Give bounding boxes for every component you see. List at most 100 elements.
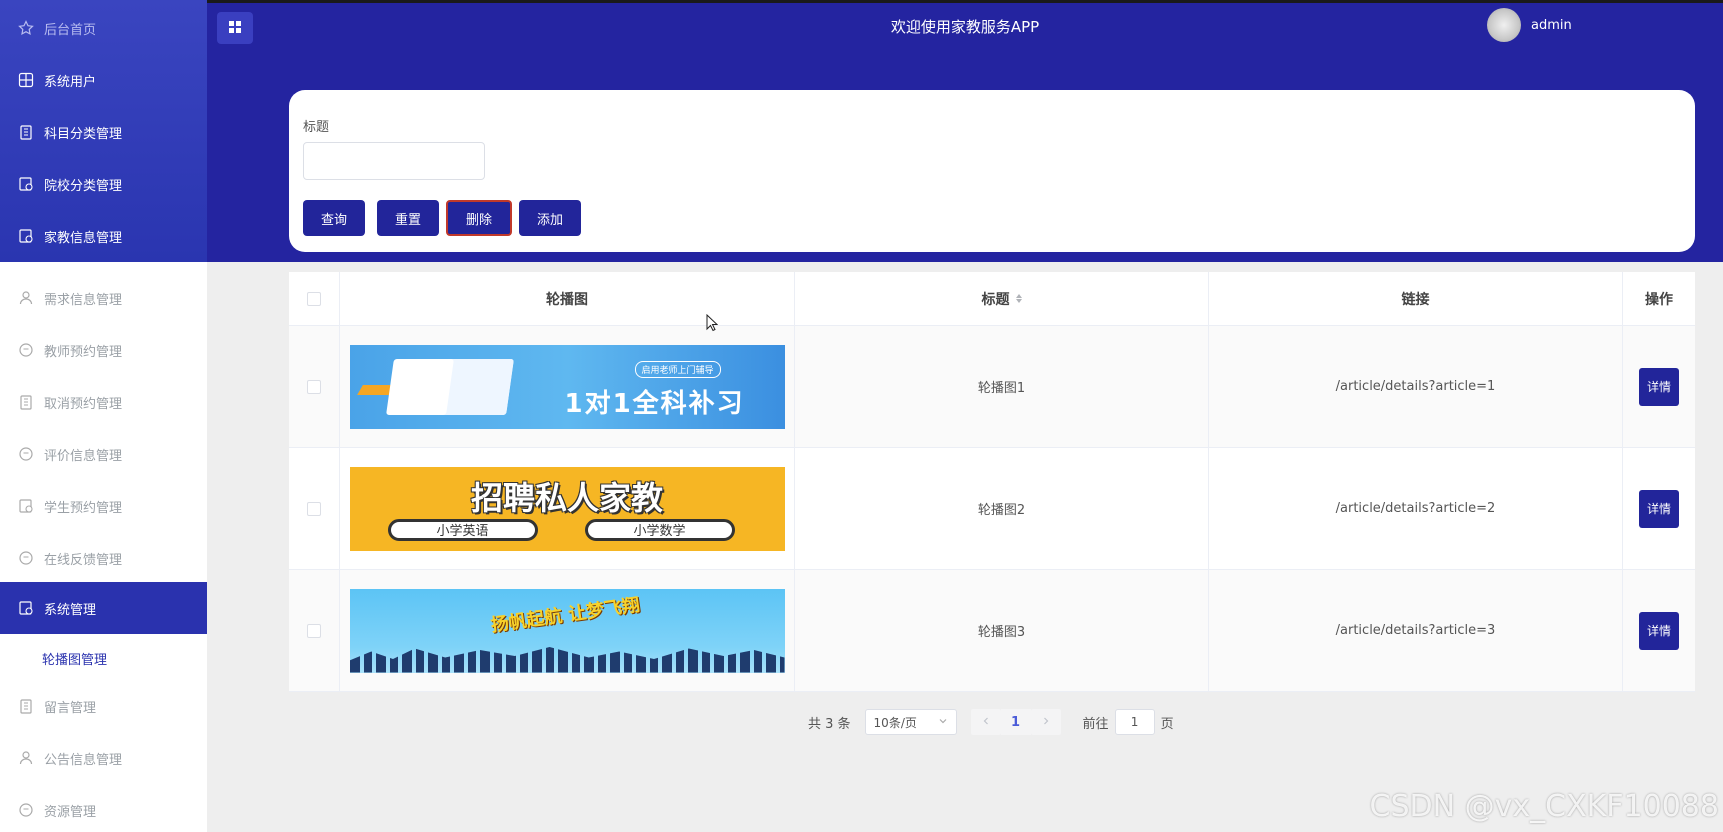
title-cell: 轮播图1 [795, 326, 1209, 447]
page-size-select[interactable]: 10条/页 [864, 709, 957, 735]
delete-button[interactable]: 删除 [446, 200, 513, 236]
detail-button[interactable]: 详情 [1639, 611, 1679, 650]
sidebar-item-label: 系统管理 [44, 602, 97, 618]
goto-label: 前往 [1082, 716, 1109, 732]
sidebar-item-system-management[interactable]: 系统管理 [0, 582, 207, 634]
column-header-image: 轮播图 [340, 272, 795, 325]
row-select-cell [289, 326, 340, 447]
chat-icon [18, 802, 34, 818]
next-page-button[interactable] [1030, 709, 1061, 735]
row-select-cell [289, 570, 340, 691]
page-suffix: 页 [1160, 716, 1174, 732]
column-header-link: 链接 [1209, 272, 1623, 325]
banner-headline: 招聘私人家教 [470, 478, 663, 517]
document-icon [18, 498, 34, 514]
title-cell: 轮播图3 [795, 570, 1209, 691]
detail-button[interactable]: 详情 [1639, 367, 1679, 406]
link-cell: /article/details?article=3 [1209, 570, 1623, 691]
sidebar-item-message[interactable]: 留言管理 [0, 682, 207, 730]
carousel-table: 轮播图 标题 链接 操作 启用老师上门辅导 1对1全科补习 轮播图1 /arti… [289, 272, 1695, 692]
banner-pill-right: 小学数学 [584, 518, 735, 541]
table-row: 招聘私人家教 小学英语 小学数学 轮播图2 /article/details?a… [289, 448, 1695, 570]
row-select-cell [289, 448, 340, 569]
sidebar-item-cancel-booking[interactable]: 取消预约管理 [0, 378, 207, 426]
mouse-cursor-icon [706, 313, 719, 336]
actions-cell: 详情 [1623, 326, 1695, 447]
carousel-banner-image[interactable]: 扬帆起航 让梦飞翔 [349, 588, 785, 673]
select-all-cell [289, 272, 340, 325]
book-icon [385, 358, 514, 415]
table-row: 启用老师上门辅导 1对1全科补习 轮播图1 /article/details?a… [289, 326, 1695, 448]
sidebar-item-label: 需求信息管理 [44, 292, 123, 308]
clipboard-icon [18, 394, 34, 410]
image-cell: 招聘私人家教 小学英语 小学数学 [340, 448, 795, 569]
row-checkbox[interactable] [307, 379, 321, 394]
user-name: admin [1531, 17, 1572, 33]
sidebar-item-resource[interactable]: 资源管理 [0, 786, 207, 832]
link-cell: /article/details?article=2 [1209, 448, 1623, 569]
sidebar-subitem-carousel[interactable]: 轮播图管理 [0, 636, 207, 680]
sidebar-item-student-booking[interactable]: 学生预约管理 [0, 482, 207, 530]
sidebar-item-system-users[interactable]: 系统用户 [0, 56, 207, 104]
clipboard-icon [18, 698, 34, 714]
banner-headline: 扬帆起航 让梦飞翔 [488, 594, 641, 636]
prev-page-button[interactable] [970, 709, 1001, 735]
skyline-decoration [349, 647, 785, 673]
carousel-banner-image[interactable]: 启用老师上门辅导 1对1全科补习 [349, 344, 785, 429]
sidebar-item-label: 评价信息管理 [44, 448, 123, 464]
sidebar-item-tutor-info[interactable]: 家教信息管理 [0, 212, 207, 260]
page-size-value: 10条/页 [873, 715, 917, 730]
sidebar-item-school-category[interactable]: 院校分类管理 [0, 160, 207, 208]
user-menu[interactable]: admin [1487, 8, 1572, 42]
document-icon [18, 228, 34, 244]
image-cell: 启用老师上门辅导 1对1全科补习 [340, 326, 795, 447]
column-header-title[interactable]: 标题 [795, 272, 1209, 325]
banner-pill-left: 小学英语 [387, 518, 538, 541]
document-icon [18, 176, 34, 192]
title-cell: 轮播图2 [795, 448, 1209, 569]
sidebar-item-label: 学生预约管理 [44, 500, 123, 516]
sidebar-item-review-info[interactable]: 评价信息管理 [0, 430, 207, 478]
row-checkbox[interactable] [307, 501, 321, 516]
link-cell: /article/details?article=1 [1209, 326, 1623, 447]
image-cell: 扬帆起航 让梦飞翔 [340, 570, 795, 691]
actions-cell: 详情 [1623, 448, 1695, 569]
table-row: 扬帆起航 让梦飞翔 轮播图3 /article/details?article=… [289, 570, 1695, 692]
select-all-checkbox[interactable] [307, 291, 321, 306]
sidebar-item-online-feedback[interactable]: 在线反馈管理 [0, 534, 207, 582]
sidebar-item-subject-category[interactable]: 科目分类管理 [0, 108, 207, 156]
chevron-down-icon [938, 715, 948, 729]
banner-tag: 启用老师上门辅导 [634, 360, 721, 378]
sidebar-item-label: 教师预约管理 [44, 344, 123, 360]
sidebar-item-label: 取消预约管理 [44, 396, 123, 412]
sidebar-item-announcement[interactable]: 公告信息管理 [0, 734, 207, 782]
title-search-input[interactable] [303, 142, 485, 180]
total-count: 共 3 条 [808, 716, 851, 732]
page-number-current[interactable]: 1 [1000, 709, 1031, 735]
sidebar-item-label: 在线反馈管理 [44, 552, 123, 568]
sidebar-item-label: 家教信息管理 [44, 230, 123, 246]
clipboard-icon [18, 124, 34, 140]
sidebar-item-demand-info[interactable]: 需求信息管理 [0, 274, 207, 322]
chat-icon [18, 550, 34, 566]
document-icon [18, 600, 34, 616]
user-icon [18, 750, 34, 766]
sidebar-item-label: 留言管理 [44, 700, 97, 716]
banner-headline: 1对1全科补习 [564, 388, 745, 419]
row-checkbox[interactable] [307, 623, 321, 638]
add-button[interactable]: 添加 [519, 200, 582, 236]
sidebar-item-home[interactable]: 后台首页 [0, 4, 207, 52]
query-button[interactable]: 查询 [303, 200, 366, 236]
actions-cell: 详情 [1623, 570, 1695, 691]
star-icon [18, 20, 34, 36]
goto-page-input[interactable]: 1 [1114, 709, 1155, 735]
carousel-banner-image[interactable]: 招聘私人家教 小学英语 小学数学 [349, 466, 785, 551]
detail-button[interactable]: 详情 [1639, 489, 1679, 528]
grid-icon [18, 72, 34, 88]
avatar[interactable] [1487, 8, 1521, 42]
chevron-right-icon [1041, 715, 1051, 730]
sidebar-item-label: 后台首页 [44, 22, 97, 38]
sidebar-item-teacher-booking[interactable]: 教师预约管理 [0, 326, 207, 374]
reset-button[interactable]: 重置 [377, 200, 440, 236]
sort-icon[interactable] [1015, 294, 1022, 303]
